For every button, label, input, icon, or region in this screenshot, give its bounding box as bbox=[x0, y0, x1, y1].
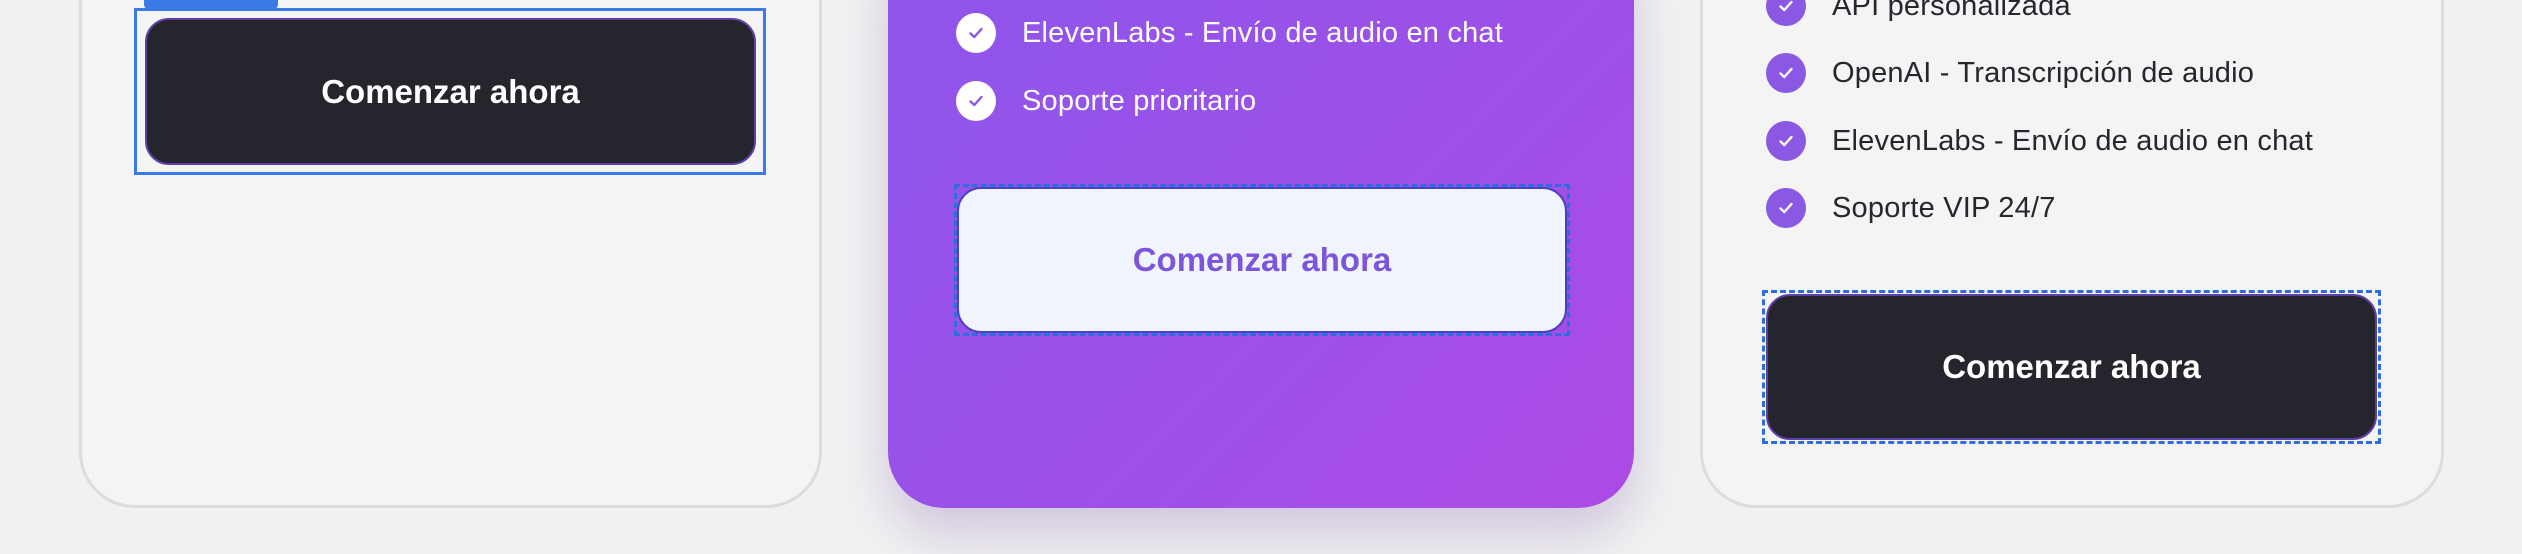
feature-label: Soporte prioritario bbox=[1022, 84, 1257, 117]
check-icon bbox=[956, 81, 996, 121]
check-icon bbox=[1766, 0, 1806, 26]
start-now-button-basic[interactable]: Comenzar ahora bbox=[145, 18, 756, 165]
feature-label: Soporte VIP 24/7 bbox=[1832, 191, 2056, 224]
feature-label: API personalizada bbox=[1832, 0, 2071, 22]
check-icon bbox=[956, 13, 996, 53]
feature-item: API personalizada bbox=[1766, 0, 2071, 26]
feature-label: ElevenLabs - Envío de audio en chat bbox=[1832, 124, 2313, 157]
start-now-button-featured[interactable]: Comenzar ahora bbox=[957, 187, 1567, 333]
feature-item: Soporte VIP 24/7 bbox=[1766, 188, 2056, 228]
feature-label: ElevenLabs - Envío de audio en chat bbox=[1022, 16, 1503, 49]
feature-item: ElevenLabs - Envío de audio en chat bbox=[956, 13, 1503, 53]
start-now-button-premium[interactable]: Comenzar ahora bbox=[1766, 294, 2377, 440]
check-icon bbox=[1766, 53, 1806, 93]
feature-item: Soporte prioritario bbox=[956, 81, 1256, 121]
feature-label: OpenAI - Transcripción de audio bbox=[1832, 56, 2255, 89]
check-icon bbox=[1766, 121, 1806, 161]
feature-item: ElevenLabs - Envío de audio en chat bbox=[1766, 121, 2313, 161]
check-icon bbox=[1766, 188, 1806, 228]
feature-item: OpenAI - Transcripción de audio bbox=[1766, 53, 2254, 93]
